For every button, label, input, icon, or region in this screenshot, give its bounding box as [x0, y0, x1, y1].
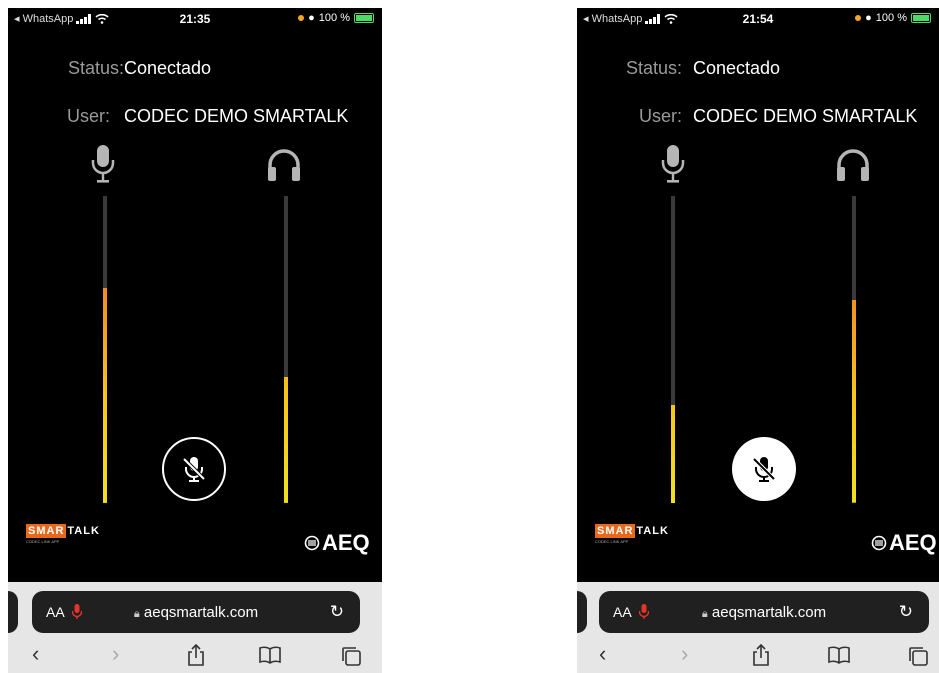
signal-icon — [645, 13, 661, 24]
status-value: Conectado — [693, 58, 781, 78]
forward-icon[interactable]: › — [681, 641, 688, 667]
smartalk-logo: SMAR TALK CODEC LINK APP — [26, 524, 100, 544]
browser-toolbar: ‹ › — [577, 637, 939, 671]
address-bar[interactable]: AA 🔒︎ aeqsmartalk.com ↻ — [599, 591, 929, 633]
aeq-logo: AEQ — [304, 530, 370, 556]
previous-tab[interactable] — [8, 591, 18, 633]
safari-bottom-bar: AA 🔒︎ aeqsmartalk.com ↻ ‹ › — [577, 582, 939, 673]
previous-tab[interactable] — [577, 591, 587, 633]
mute-button[interactable] — [162, 437, 226, 501]
wifi-icon — [95, 13, 109, 24]
status-bar: ◂ WhatsApp 21:54 ● 100 % — [577, 8, 939, 30]
alarm-icon: ● — [308, 12, 315, 24]
user-label: User: — [638, 106, 682, 126]
status-value: Conectado — [124, 58, 212, 78]
mute-button[interactable] — [732, 437, 796, 501]
phone-screen-2: ◂ WhatsApp 21:54 ● 100 % Status: Conecta… — [577, 8, 939, 673]
lock-icon: 🔒︎ — [133, 607, 140, 620]
phone-screen-1: ◂ WhatsApp 21:35 ● 100 % Status: Conecta… — [8, 8, 382, 673]
battery-icon — [911, 13, 931, 23]
mic-in-use-indicator — [855, 15, 862, 21]
bookmarks-icon[interactable] — [258, 646, 282, 664]
user-value: CODEC DEMO SMARTALK — [693, 106, 918, 126]
battery-icon — [354, 13, 374, 23]
aeq-mark-icon — [304, 535, 320, 551]
microphone-icon — [91, 145, 115, 183]
browser-toolbar: ‹ › — [8, 637, 382, 671]
clock: 21:54 — [742, 12, 774, 26]
battery-percent: 100 % — [875, 12, 907, 24]
share-icon[interactable] — [186, 643, 206, 667]
clock: 21:35 — [179, 12, 211, 26]
alarm-icon: ● — [865, 12, 872, 24]
aeq-text: AEQ — [322, 530, 370, 555]
aeq-text: AEQ — [889, 530, 937, 555]
safari-bottom-bar: AA 🔒︎ aeqsmartalk.com ↻ ‹ › — [8, 582, 382, 673]
reload-icon[interactable]: ↻ — [330, 602, 344, 622]
aeq-mark-icon — [871, 535, 887, 551]
smartalk-logo: SMAR TALK CODEC LINK APP — [595, 524, 669, 544]
status-label: Status: — [67, 58, 124, 78]
headphone-level-fill — [852, 300, 856, 503]
status-label: Status: — [625, 58, 682, 78]
headphone-level-meter — [852, 196, 856, 503]
mic-muted-icon — [752, 457, 776, 482]
microphone-icon — [661, 145, 685, 183]
back-icon[interactable]: ‹ — [599, 641, 606, 667]
url-text: aeqsmartalk.com — [711, 603, 827, 621]
url-display[interactable]: 🔒︎ aeqsmartalk.com — [32, 604, 360, 621]
wifi-icon — [664, 13, 678, 24]
mic-level-fill — [671, 404, 675, 503]
url-text: aeqsmartalk.com — [143, 603, 259, 621]
headphones-icon — [268, 149, 300, 181]
headphones-icon — [837, 149, 869, 181]
logo-tagline: CODEC LINK APP — [26, 539, 60, 544]
reload-icon[interactable]: ↻ — [899, 602, 913, 622]
user-label: User: — [66, 106, 110, 126]
back-app-label[interactable]: ◂ WhatsApp — [583, 12, 642, 25]
mic-in-use-indicator — [298, 15, 305, 21]
mic-level-meter — [103, 196, 107, 503]
back-app-label[interactable]: ◂ WhatsApp — [14, 12, 73, 25]
status-right: ● 100 % — [298, 12, 374, 24]
user-value: CODEC DEMO SMARTALK — [124, 106, 349, 126]
mic-level-meter — [671, 196, 675, 503]
tabs-icon[interactable] — [907, 645, 929, 667]
headphone-level-fill — [284, 377, 288, 503]
battery-percent: 100 % — [318, 12, 350, 24]
url-display[interactable]: 🔒︎ aeqsmartalk.com — [599, 604, 929, 621]
logo-smar: SMAR — [595, 524, 636, 538]
logo-tagline: CODEC LINK APP — [595, 539, 629, 544]
status-right: ● 100 % — [855, 12, 931, 24]
logo-smar: SMAR — [26, 524, 67, 538]
signal-icon — [76, 13, 92, 24]
back-to-app[interactable]: ◂ WhatsApp — [583, 12, 678, 25]
tabs-icon[interactable] — [340, 645, 362, 667]
headphone-level-meter — [284, 196, 288, 503]
logo-talk: TALK — [67, 525, 100, 537]
bookmarks-icon[interactable] — [827, 646, 851, 664]
status-bar: ◂ WhatsApp 21:35 ● 100 % — [8, 8, 382, 30]
aeq-logo: AEQ — [871, 530, 937, 556]
forward-icon[interactable]: › — [112, 641, 119, 667]
address-bar[interactable]: AA 🔒︎ aeqsmartalk.com ↻ — [32, 591, 360, 633]
lock-icon: 🔒︎ — [701, 607, 708, 620]
mic-level-fill — [103, 288, 107, 503]
share-icon[interactable] — [751, 643, 771, 667]
mic-muted-icon — [182, 457, 206, 482]
logo-talk: TALK — [636, 525, 669, 537]
back-to-app[interactable]: ◂ WhatsApp — [14, 12, 109, 25]
back-icon[interactable]: ‹ — [32, 641, 39, 667]
